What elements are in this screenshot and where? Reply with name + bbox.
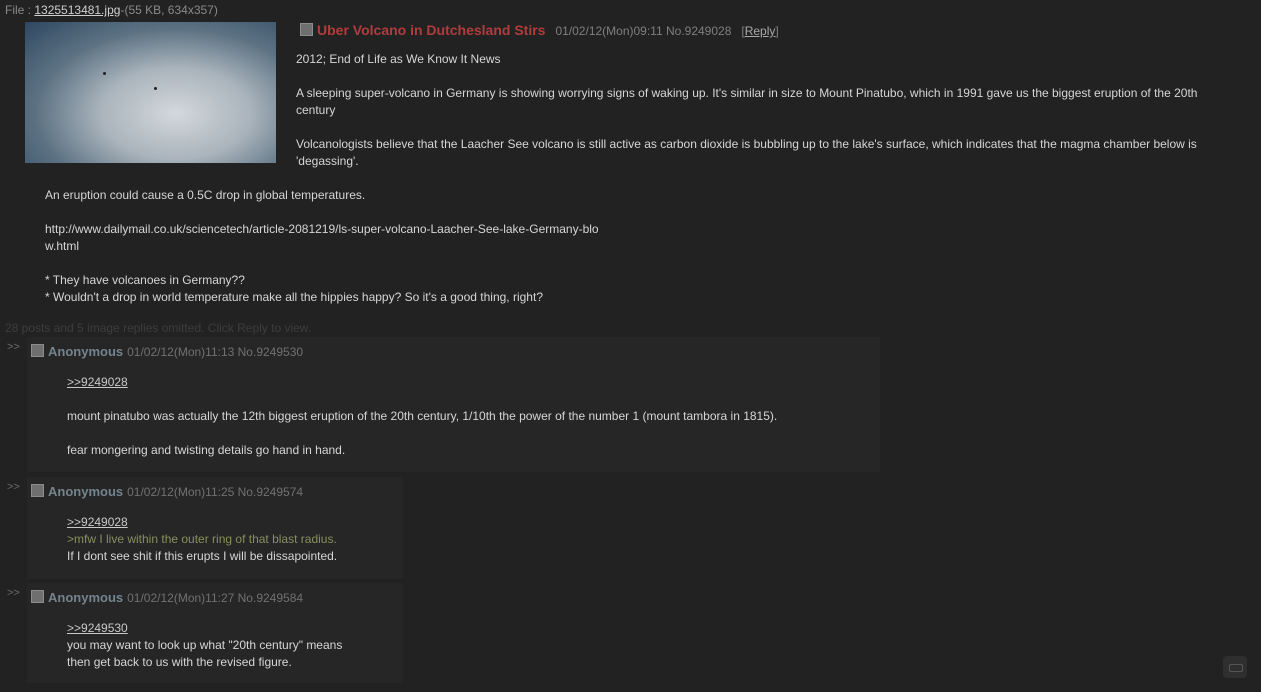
op-paragraph: A sleeping super-volcano in Germany is s…	[296, 86, 1198, 117]
reply-body: >>9249530 you may want to look up what "…	[67, 620, 342, 671]
op-question: * Wouldn't a drop in world temperature m…	[45, 290, 543, 304]
reply-post: Anonymous 01/02/12(Mon)11:25 No.9249574 >…	[27, 477, 403, 579]
reply-post: Anonymous 01/02/12(Mon)11:27 No.9249584 >…	[27, 583, 403, 683]
reply-link[interactable]: [Reply]	[741, 24, 778, 38]
poster-name: Anonymous	[48, 484, 124, 499]
poster-name: Anonymous	[48, 344, 124, 359]
reply-body: >>9249028 mount pinatubo was actually th…	[67, 374, 777, 459]
reply-text: then get back to us with the revised fig…	[67, 655, 292, 669]
greentext: >mfw I live within the outer ring of tha…	[67, 532, 337, 546]
op-body: 2012; End of Life as We Know It News A s…	[296, 51, 1226, 187]
reply-body: >>9249028 >mfw I live within the outer r…	[67, 514, 337, 565]
checkbox-icon[interactable]	[31, 590, 44, 603]
reply-header: Anonymous 01/02/12(Mon)11:13 No.9249530	[31, 344, 303, 359]
quote-link[interactable]: >>9249028	[67, 375, 128, 389]
op-url-tail[interactable]: w.html	[45, 239, 79, 253]
reply-header: Anonymous 01/02/12(Mon)11:27 No.9249584	[31, 590, 303, 605]
op-link-block: http://www.dailymail.co.uk/sciencetech/a…	[45, 221, 745, 255]
post-meta: 01/02/12(Mon)11:27 No.9249584	[127, 591, 304, 605]
reply-text: If I dont see shit if this erupts I will…	[67, 549, 338, 563]
file-size-info: -(55 KB, 634x357)	[120, 3, 218, 17]
op-body-continued: An eruption could cause a 0.5C drop in g…	[45, 187, 745, 323]
op-paragraph: An eruption could cause a 0.5C drop in g…	[45, 188, 366, 202]
map-marker	[154, 87, 157, 90]
reply-text: mount pinatubo was actually the 12th big…	[67, 409, 778, 423]
map-marker	[103, 72, 106, 75]
reply-label[interactable]: Reply	[745, 24, 776, 38]
reply-text: fear mongering and twisting details go h…	[67, 443, 346, 457]
op-url[interactable]: http://www.dailymail.co.uk/sciencetech/a…	[45, 222, 599, 236]
reply-arrows: >>	[7, 587, 20, 599]
reply-text: you may want to look up what "20th centu…	[67, 638, 343, 652]
op-meta: 01/02/12(Mon)09:11 No.9249028	[555, 24, 732, 38]
omitted-notice: 28 posts and 5 image replies omitted. Cl…	[5, 321, 312, 335]
checkbox-icon[interactable]	[31, 344, 44, 357]
op-thumbnail-image[interactable]	[25, 22, 276, 163]
op-header: Uber Volcano in Dutchesland Stirs 01/02/1…	[300, 22, 779, 38]
op-paragraph: 2012; End of Life as We Know It News	[296, 52, 501, 66]
reply-arrows: >>	[7, 341, 20, 353]
post-meta: 01/02/12(Mon)11:13 No.9249530	[127, 345, 304, 359]
quote-link[interactable]: >>9249028	[67, 515, 128, 529]
reply-header: Anonymous 01/02/12(Mon)11:25 No.9249574	[31, 484, 303, 499]
quote-link[interactable]: >>9249530	[67, 621, 128, 635]
scroll-top-glyph	[1229, 664, 1243, 672]
op-paragraph: Volcanologists believe that the Laacher …	[296, 137, 1197, 168]
reply-post: Anonymous 01/02/12(Mon)11:13 No.9249530 >…	[27, 337, 880, 472]
scroll-top-icon[interactable]	[1223, 656, 1247, 678]
post-meta: 01/02/12(Mon)11:25 No.9249574	[127, 485, 304, 499]
checkbox-icon[interactable]	[31, 484, 44, 497]
poster-name: Anonymous	[48, 590, 124, 605]
file-label: File :	[5, 3, 32, 17]
op-questions: * They have volcanoes in Germany?? * Woul…	[45, 272, 745, 306]
op-question: * They have volcanoes in Germany??	[45, 273, 245, 287]
checkbox-icon[interactable]	[300, 23, 313, 36]
op-subject: Uber Volcano in Dutchesland Stirs	[317, 22, 546, 38]
file-name-link[interactable]: 1325513481.jpg	[34, 3, 120, 17]
file-info: File : 1325513481.jpg-(55 KB, 634x357)	[5, 3, 218, 17]
reply-arrows: >>	[7, 481, 20, 493]
